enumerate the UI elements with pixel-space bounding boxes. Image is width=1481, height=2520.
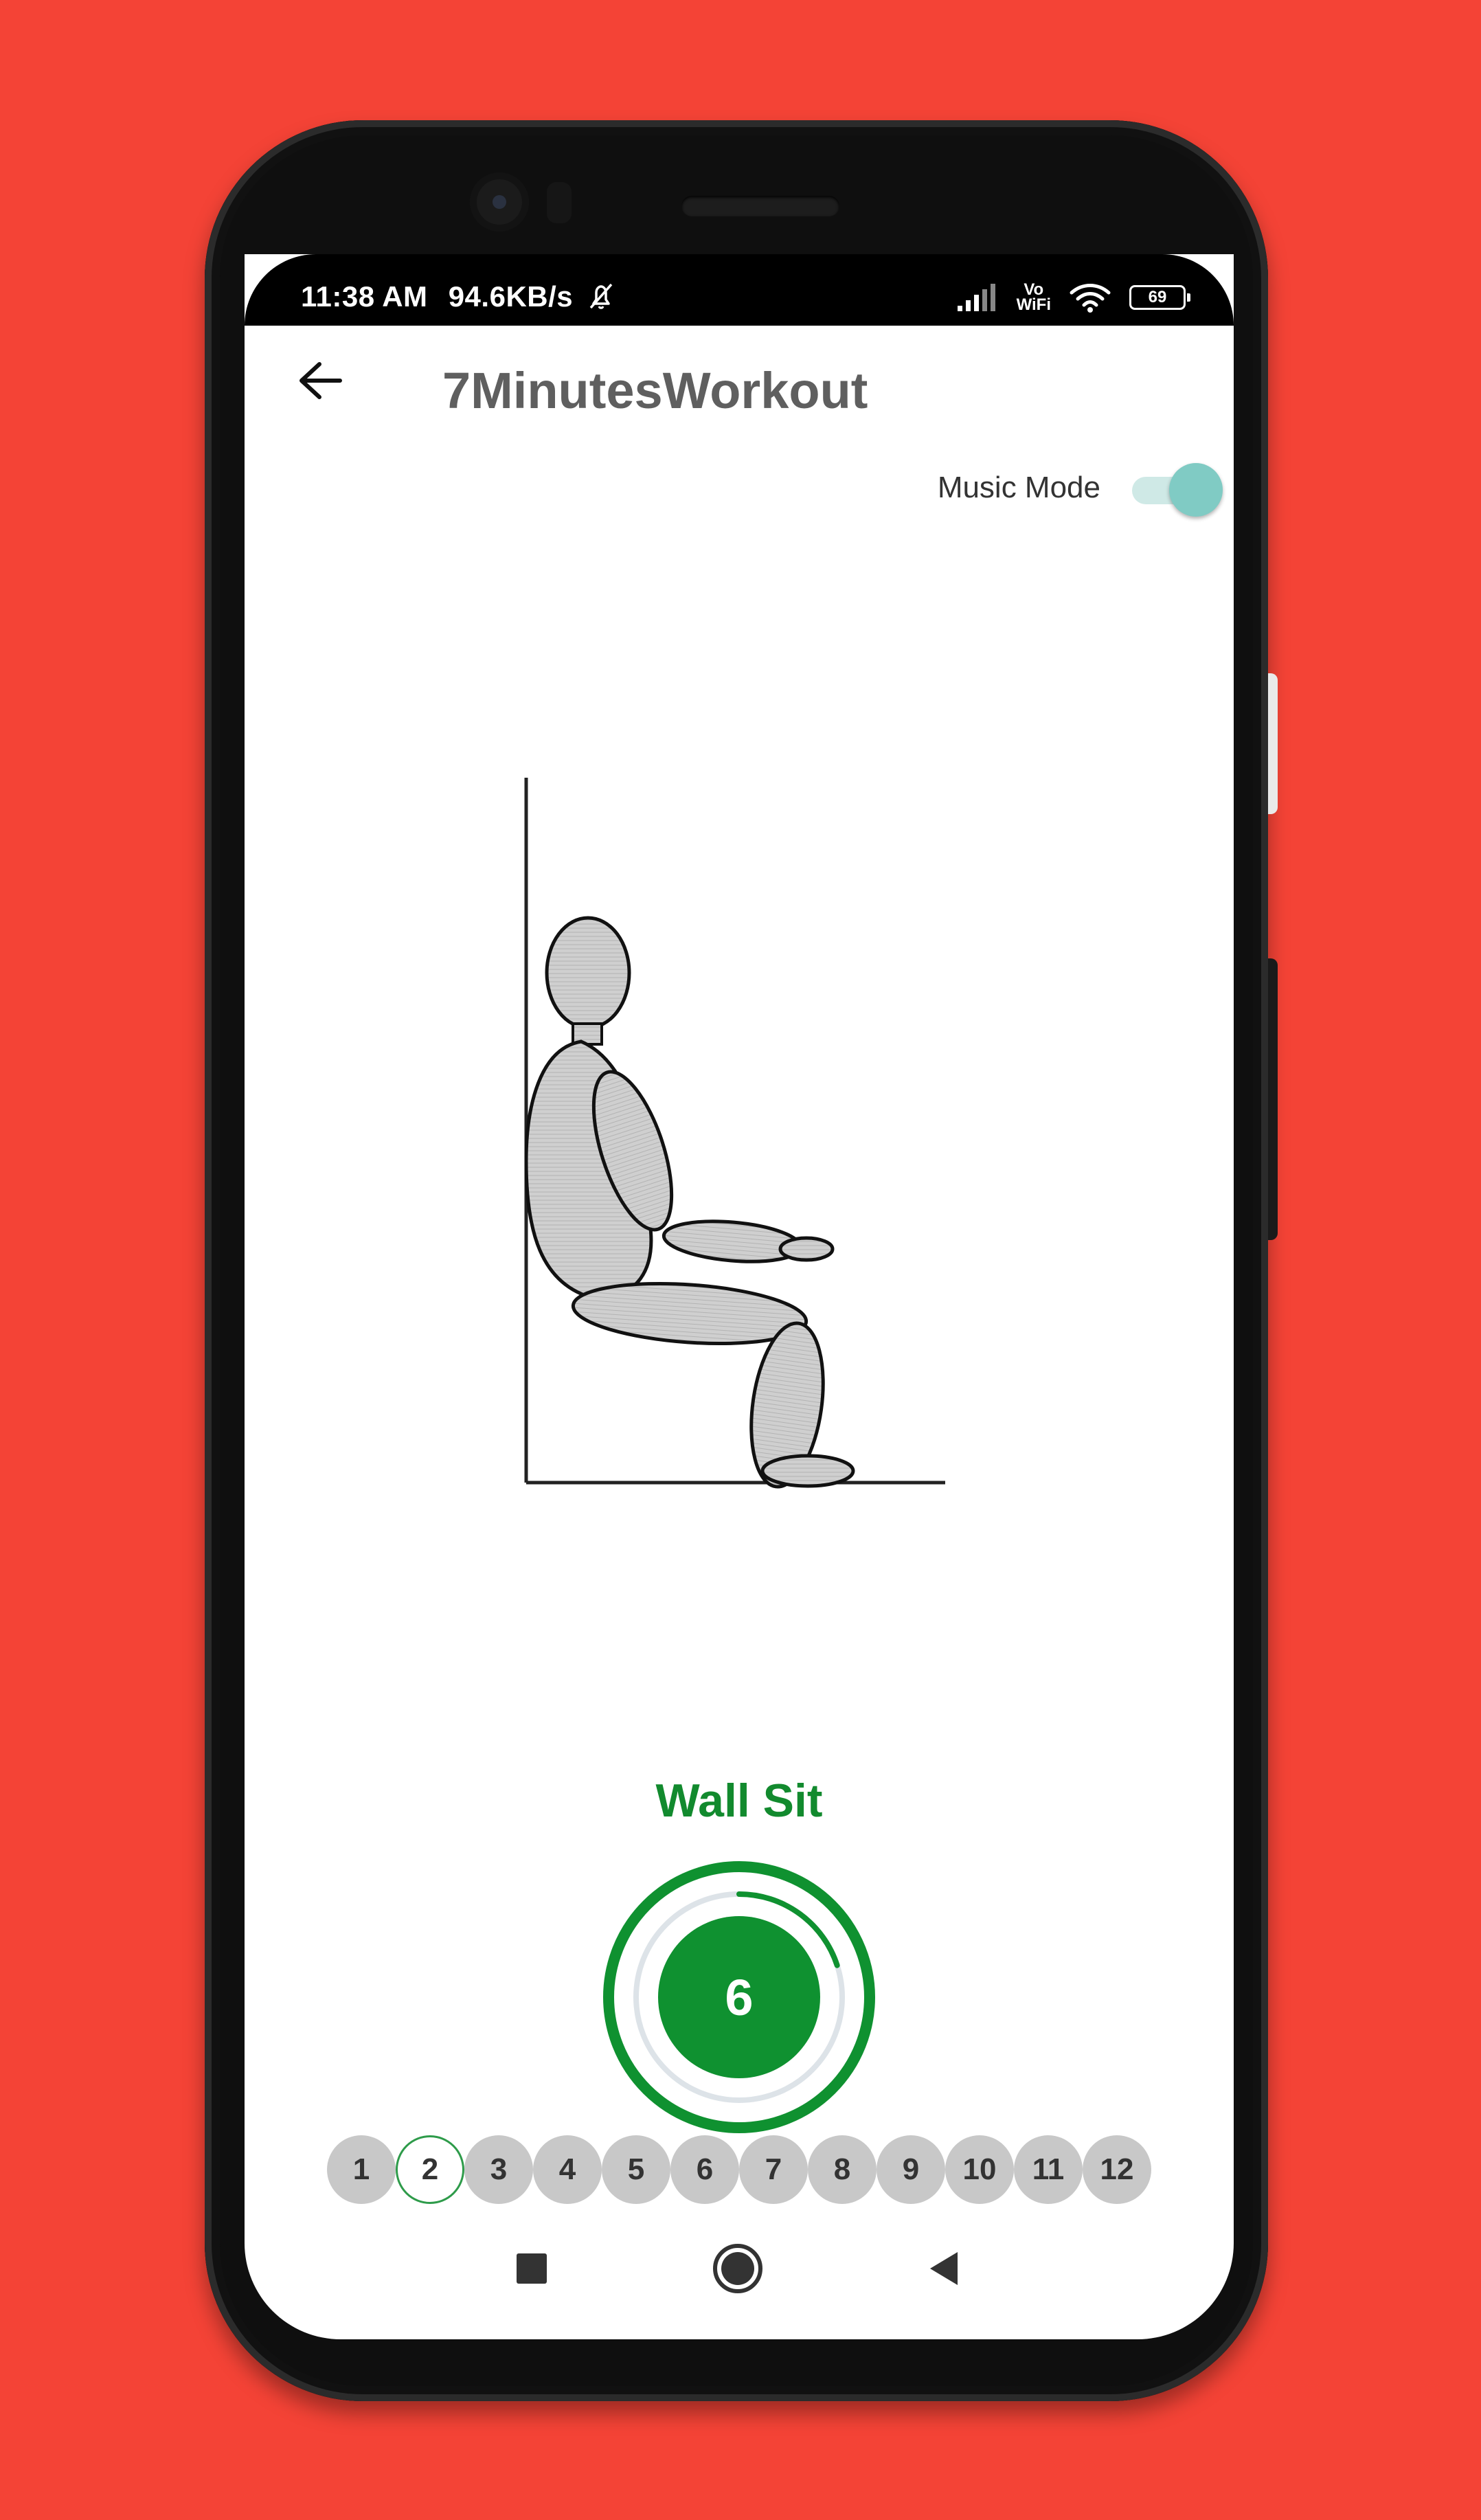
- step-8: 8: [808, 2135, 877, 2204]
- status-right: Vo WiFi 69: [955, 282, 1190, 313]
- exercise-steps: 1 2 3 4 5 6 7 8 9 10 11 12: [327, 2135, 1151, 2204]
- app-screen: 7MinutesWorkout Music Mode Wall Sit 6 1 …: [245, 254, 1234, 2339]
- battery-level: 69: [1148, 288, 1167, 306]
- battery-icon: 69: [1129, 285, 1190, 310]
- back-button[interactable]: [293, 353, 348, 408]
- app-bar: 7MinutesWorkout: [245, 326, 1234, 456]
- step-2: 2: [396, 2135, 464, 2204]
- circle-icon: [713, 2244, 762, 2293]
- step-6: 6: [670, 2135, 739, 2204]
- earpiece-speaker: [681, 196, 839, 216]
- status-bar: 11:38 AM 94.6KB/s Vo WiFi 69: [245, 254, 1234, 326]
- wifi-icon: [1070, 284, 1111, 313]
- front-camera: [470, 172, 529, 232]
- exercise-timer: 6: [600, 1858, 878, 2136]
- signal-icon: [957, 284, 995, 311]
- step-1: 1: [327, 2135, 396, 2204]
- arrow-left-icon: [299, 362, 342, 399]
- vowifi-bottom: WiFi: [1016, 295, 1051, 314]
- home-button[interactable]: [703, 2234, 772, 2303]
- step-4: 4: [533, 2135, 602, 2204]
- step-7: 7: [739, 2135, 808, 2204]
- vowifi-label: Vo WiFi: [1017, 282, 1051, 313]
- recents-button[interactable]: [497, 2234, 566, 2303]
- figure-forearm: [662, 1219, 803, 1263]
- proximity-sensor: [547, 182, 572, 223]
- nav-back-button[interactable]: [909, 2234, 978, 2303]
- step-9: 9: [877, 2135, 945, 2204]
- exercise-name: Wall Sit: [655, 1775, 823, 1827]
- figure-hand: [778, 1236, 835, 1262]
- status-left: 11:38 AM 94.6KB/s: [301, 280, 617, 313]
- step-5: 5: [602, 2135, 670, 2204]
- timer-value: 6: [725, 1968, 754, 2026]
- status-time: 11:38 AM: [301, 280, 428, 313]
- status-net-speed: 94.6KB/s: [448, 280, 574, 313]
- step-10: 10: [945, 2135, 1014, 2204]
- music-mode-switch[interactable]: [1127, 460, 1223, 517]
- figure-head: [545, 916, 631, 1030]
- step-11: 11: [1014, 2135, 1083, 2204]
- exercise-illustration: [524, 778, 945, 1489]
- app-title: 7MinutesWorkout: [442, 362, 868, 419]
- volume-button: [1268, 673, 1278, 814]
- figure-foot: [760, 1454, 855, 1488]
- bell-muted-icon: [590, 283, 613, 309]
- music-mode-row: Music Mode: [937, 460, 1223, 517]
- music-mode-label: Music Mode: [937, 471, 1100, 504]
- power-button: [1268, 958, 1278, 1240]
- step-3: 3: [464, 2135, 533, 2204]
- step-12: 12: [1083, 2135, 1151, 2204]
- triangle-back-icon: [930, 2252, 958, 2285]
- square-icon: [517, 2253, 547, 2284]
- system-nav-bar: [245, 2227, 1234, 2310]
- switch-thumb: [1169, 463, 1223, 517]
